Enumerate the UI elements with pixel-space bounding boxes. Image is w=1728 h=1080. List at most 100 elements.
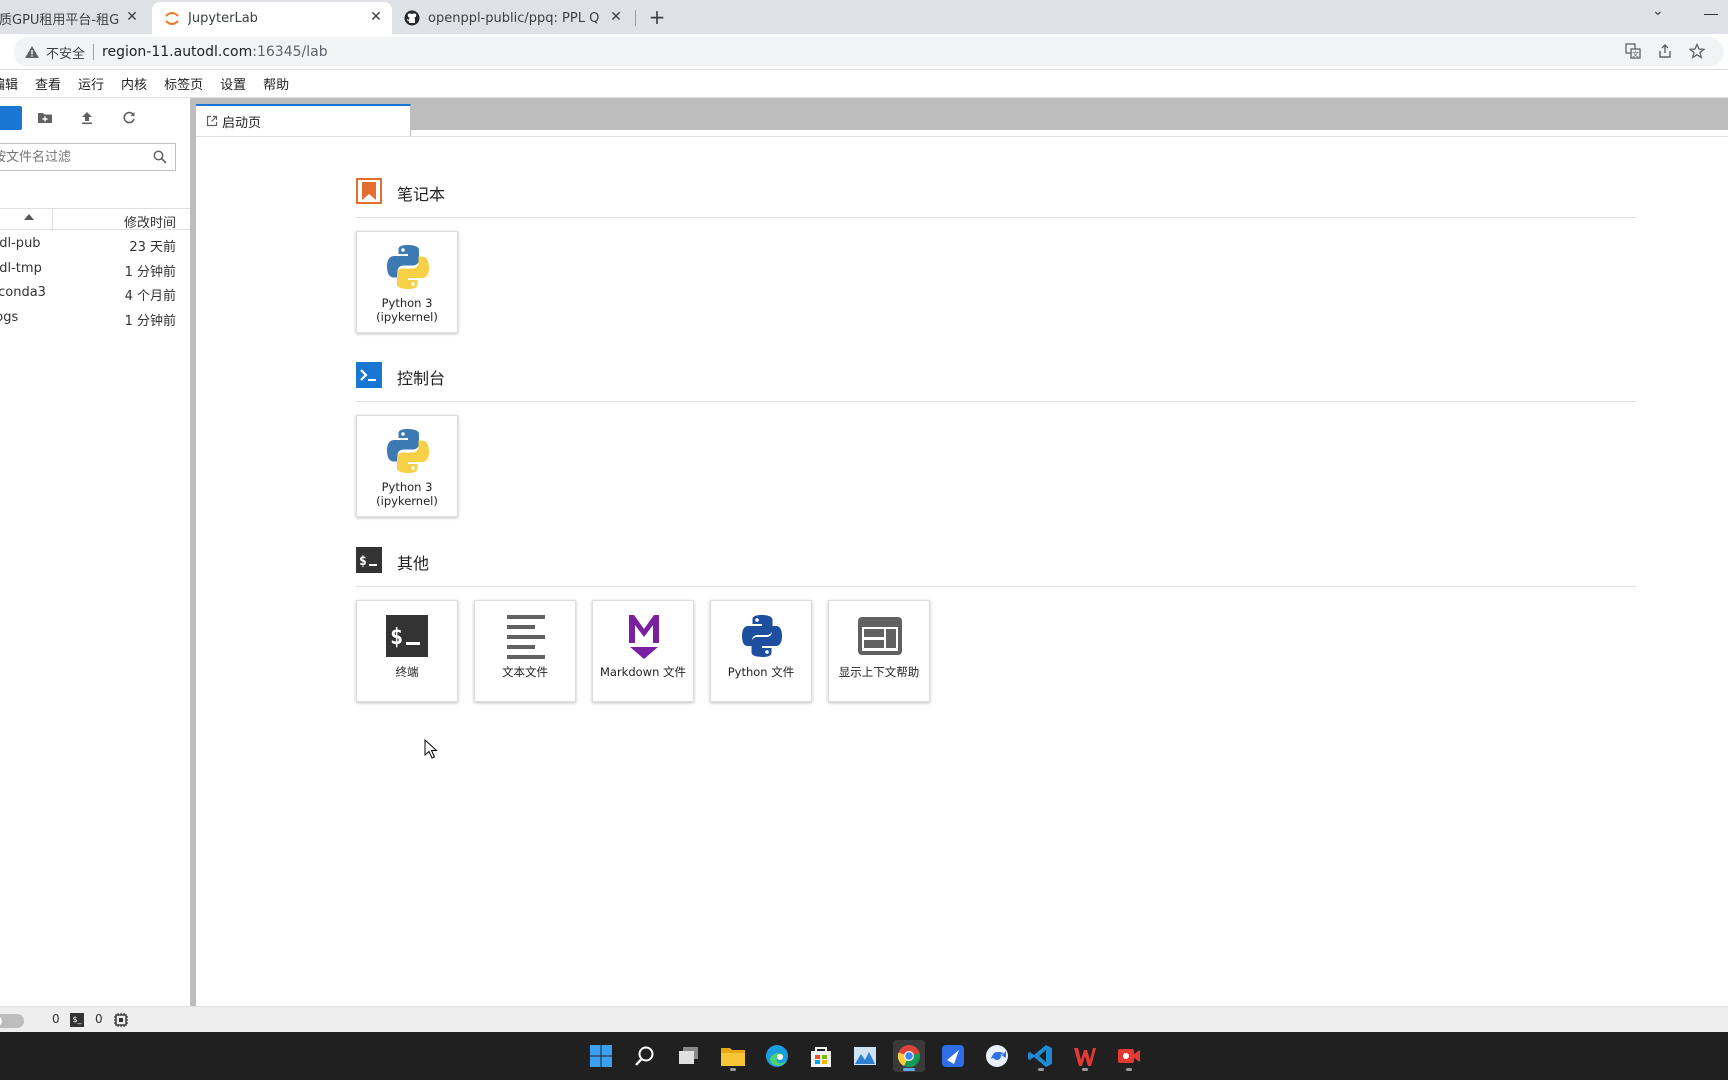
minimize-window-button[interactable] bbox=[1700, 0, 1728, 30]
menu-view[interactable]: 查看 bbox=[27, 74, 70, 93]
file-modified: 1 分钟前 bbox=[124, 313, 176, 329]
chrome-browser-icon[interactable] bbox=[893, 1040, 925, 1072]
file-list-item[interactable]: autodl-tmp 1 分钟前 bbox=[0, 258, 190, 283]
file-list-header: 修改时间 bbox=[0, 208, 190, 231]
file-modified: 23 天前 bbox=[129, 240, 176, 255]
terminals-count[interactable]: 0 bbox=[95, 1012, 103, 1026]
photos-app-icon[interactable] bbox=[849, 1040, 881, 1072]
feishu-app-icon[interactable] bbox=[937, 1040, 969, 1072]
launcher-panel: 笔记本 Python 3 (ipykernel) 控制台 Python 3 (i… bbox=[196, 137, 1728, 1006]
search-icon bbox=[153, 150, 167, 164]
card-label: 终端 bbox=[395, 665, 419, 679]
translate-icon[interactable]: 文 bbox=[1624, 43, 1642, 61]
file-explorer-icon[interactable] bbox=[717, 1040, 749, 1072]
wps-office-icon[interactable] bbox=[1069, 1040, 1101, 1072]
new-tab-button[interactable]: + bbox=[643, 4, 671, 32]
new-launcher-button[interactable] bbox=[0, 106, 22, 130]
omnibox[interactable]: 不安全 region-11.autodl.com:16345/lab bbox=[14, 37, 1724, 67]
sort-ascending-icon[interactable] bbox=[24, 214, 34, 220]
edge-browser-icon[interactable] bbox=[761, 1040, 793, 1072]
warning-icon[interactable] bbox=[24, 44, 40, 60]
file-modified: 1 分钟前 bbox=[124, 264, 176, 280]
refresh-icon[interactable] bbox=[121, 110, 137, 126]
new-folder-icon[interactable] bbox=[37, 110, 53, 126]
jupyter-status-bar: 0 $_ 0 bbox=[0, 1006, 1728, 1032]
browser-tab-title: openppl-public/ppq: PPL Quan bbox=[428, 10, 600, 26]
simple-mode-toggle[interactable] bbox=[0, 1014, 24, 1028]
security-label[interactable]: 不安全 bbox=[46, 43, 85, 62]
file-list: autodl-pub 23 天前 autodl-tmp 1 分钟前 minico… bbox=[0, 233, 190, 331]
modified-column-header[interactable]: 修改时间 bbox=[124, 212, 176, 231]
file-browser-panel: 修改时间 autodl-pub 23 天前 autodl-tmp 1 分钟前 m… bbox=[0, 98, 190, 1006]
python-logo-icon bbox=[383, 242, 433, 292]
mouse-cursor-icon bbox=[424, 738, 438, 759]
notebook-section-header: 笔记本 bbox=[356, 178, 1636, 218]
kernel-status-icon[interactable] bbox=[113, 1012, 129, 1028]
terminal-icon: $ bbox=[384, 613, 434, 663]
console-icon bbox=[356, 362, 382, 388]
launcher-card-text-file[interactable]: 文本文件 bbox=[474, 600, 576, 702]
file-filter-box[interactable] bbox=[0, 143, 176, 171]
microsoft-store-icon[interactable] bbox=[805, 1040, 837, 1072]
contextual-help-icon bbox=[855, 611, 905, 661]
launcher-card-contextual-help[interactable]: 显示上下文帮助 bbox=[828, 600, 930, 702]
terminal-section-icon: $ bbox=[356, 547, 382, 573]
close-tab-icon[interactable]: ✕ bbox=[368, 9, 384, 25]
menu-help[interactable]: 帮助 bbox=[255, 74, 298, 93]
menu-kernel[interactable]: 内核 bbox=[113, 74, 156, 93]
launcher-card-python-file[interactable]: Python 文件 bbox=[710, 600, 812, 702]
sync-app-icon[interactable] bbox=[981, 1040, 1013, 1072]
close-tab-icon[interactable]: ✕ bbox=[608, 9, 624, 25]
windows-start-icon[interactable] bbox=[585, 1040, 617, 1072]
menu-edit[interactable]: 编辑 bbox=[0, 74, 27, 93]
file-list-item[interactable]: autodl-pub 23 天前 bbox=[0, 233, 190, 258]
file-name: autodl-pub bbox=[0, 236, 41, 251]
terminal-status-icon[interactable]: $_ bbox=[70, 1013, 84, 1027]
launcher-card-console-python3[interactable]: Python 3 (ipykernel) bbox=[356, 415, 458, 517]
screen-recorder-icon[interactable] bbox=[1113, 1040, 1145, 1072]
url-path: :16345/lab bbox=[252, 44, 328, 60]
url-host: region-11.autodl.com bbox=[102, 44, 253, 60]
search-icon[interactable] bbox=[629, 1040, 661, 1072]
browser-tab-jupyterlab[interactable]: JupyterLab ✕ bbox=[152, 2, 392, 34]
text-file-icon bbox=[501, 611, 551, 661]
share-icon[interactable] bbox=[1656, 43, 1674, 61]
browser-tab-strip: 优质GPU租用平台-租GPU ✕ JupyterLab ✕ openppl-pu… bbox=[0, 0, 1728, 34]
upload-icon[interactable] bbox=[79, 110, 95, 126]
browser-tab-autodl[interactable]: 优质GPU租用平台-租GPU ✕ bbox=[0, 2, 148, 34]
svg-text:$: $ bbox=[390, 625, 403, 650]
file-modified: 4 个月前 bbox=[124, 289, 176, 304]
url-text[interactable]: region-11.autodl.com:16345/lab bbox=[102, 44, 328, 60]
other-section-title: 其他 bbox=[397, 554, 430, 573]
file-browser-toolbar bbox=[0, 106, 190, 130]
notebook-section-title: 笔记本 bbox=[397, 185, 446, 204]
browser-tab-title: JupyterLab bbox=[188, 10, 258, 26]
file-name: autodl-tmp bbox=[0, 260, 42, 276]
vscode-icon[interactable] bbox=[1025, 1040, 1057, 1072]
bookmark-star-icon[interactable] bbox=[1688, 42, 1706, 61]
file-name: miniconda3 bbox=[0, 285, 46, 300]
menu-run[interactable]: 运行 bbox=[70, 74, 113, 93]
tab-launcher[interactable]: 启动页 bbox=[196, 104, 411, 136]
file-list-item[interactable]: tf-logs 1 分钟前 bbox=[0, 307, 190, 332]
file-filter-input[interactable] bbox=[0, 144, 143, 170]
file-list-item[interactable]: miniconda3 4 个月前 bbox=[0, 282, 190, 307]
close-tab-icon[interactable]: ✕ bbox=[124, 9, 140, 25]
card-label-line1: Python 3 bbox=[381, 480, 433, 494]
console-section-title: 控制台 bbox=[397, 369, 446, 388]
svg-text:文: 文 bbox=[1632, 50, 1639, 59]
menu-settings[interactable]: 设置 bbox=[212, 74, 255, 93]
launcher-card-notebook-python3[interactable]: Python 3 (ipykernel) bbox=[356, 231, 458, 333]
launcher-tab-icon bbox=[206, 115, 218, 127]
browser-tab-title: 优质GPU租用平台-租GPU bbox=[0, 12, 120, 28]
task-view-icon[interactable] bbox=[673, 1040, 705, 1072]
menu-tabs[interactable]: 标签页 bbox=[156, 74, 212, 93]
browser-tab-github[interactable]: openppl-public/ppq: PPL Quan ✕ bbox=[396, 2, 636, 34]
chevron-down-icon[interactable]: ⌄ bbox=[1652, 3, 1664, 19]
python-logo-icon bbox=[383, 426, 433, 476]
launcher-card-terminal[interactable]: $ 终端 bbox=[356, 600, 458, 702]
kernels-count[interactable]: 0 bbox=[52, 1012, 60, 1026]
launcher-card-markdown-file[interactable]: Markdown 文件 bbox=[592, 600, 694, 702]
markdown-icon bbox=[619, 611, 669, 661]
card-label-line1: Python 3 bbox=[381, 296, 433, 310]
